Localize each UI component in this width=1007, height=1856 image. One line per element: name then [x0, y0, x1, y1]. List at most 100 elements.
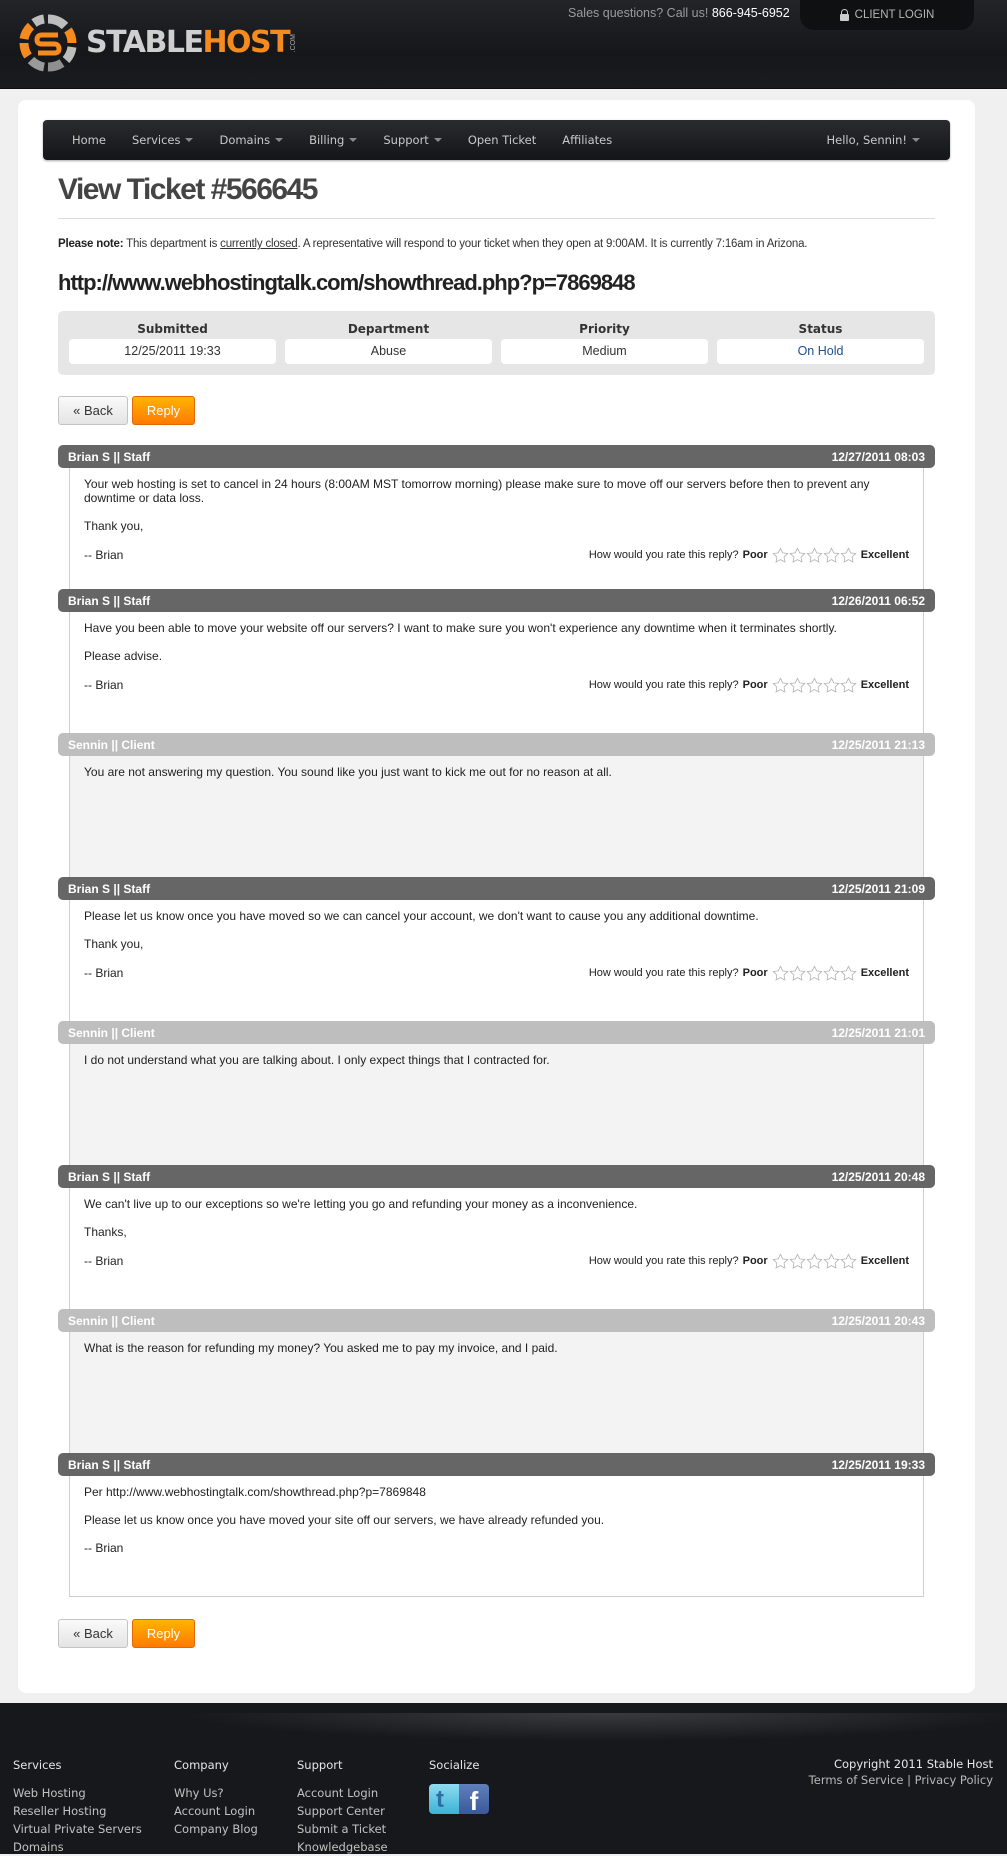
star-icon[interactable]	[772, 1253, 789, 1269]
rating-excellent-label: Excellent	[860, 679, 909, 691]
footer-heading: Support	[297, 1758, 343, 1772]
message-body: Please let us know once you have moved s…	[69, 900, 924, 1021]
footer-link-submit-ticket[interactable]: Submit a Ticket	[297, 1820, 388, 1838]
nav-label: Domains	[219, 133, 271, 147]
message-header: Sennin || Client 12/25/2011 21:13	[58, 733, 935, 756]
star-icon[interactable]	[840, 677, 857, 693]
nav-billing[interactable]: Billing	[296, 120, 370, 160]
chevron-down-icon	[185, 138, 194, 142]
client-login-button[interactable]: CLIENT LOGIN	[800, 0, 974, 30]
footer-link-company-blog[interactable]: Company Blog	[174, 1820, 258, 1838]
reply-button[interactable]: Reply	[132, 396, 195, 425]
footer-link-domains[interactable]: Domains	[13, 1838, 142, 1856]
star-icon[interactable]	[840, 547, 857, 563]
back-button[interactable]: « Back	[58, 1619, 128, 1648]
star-icon[interactable]	[806, 547, 823, 563]
info-label: Department	[347, 322, 430, 336]
star-icon[interactable]	[789, 1253, 806, 1269]
note-text-pre: This department is	[126, 238, 218, 250]
footer-link-vps[interactable]: Virtual Private Servers	[13, 1820, 142, 1838]
nav-label: Affiliates	[562, 133, 613, 147]
message-line: Please let us know once you have moved y…	[84, 1513, 605, 1527]
reply-button[interactable]: Reply	[132, 1619, 195, 1648]
footer-link-account-login[interactable]: Account Login	[297, 1784, 388, 1802]
chevron-down-icon	[912, 138, 920, 142]
star-icon[interactable]	[823, 677, 840, 693]
message-staff: Brian S || Staff 12/27/2011 08:03 Your web…	[58, 445, 935, 589]
info-label: Submitted	[137, 322, 208, 336]
footer-glow	[0, 1713, 1007, 1753]
facebook-icon[interactable]: f	[459, 1784, 489, 1816]
star-icon[interactable]	[823, 547, 840, 563]
star-icon[interactable]	[806, 965, 823, 981]
message-header: Sennin || Client 12/25/2011 21:01	[58, 1021, 935, 1044]
star-icon[interactable]	[772, 965, 789, 981]
star-icon[interactable]	[806, 1253, 823, 1269]
privacy-link[interactable]: Privacy Policy	[915, 1773, 993, 1787]
rating-question: How would you rate this reply?	[588, 549, 739, 561]
main-nav: Home Services Domains Billing Support Op…	[43, 120, 950, 160]
nav-open-ticket[interactable]: Open Ticket	[455, 120, 549, 160]
nav-label: Home	[72, 133, 106, 147]
footer-link-knowledgebase[interactable]: Knowledgebase	[297, 1838, 388, 1856]
nav-services[interactable]: Services	[119, 120, 207, 160]
star-icon[interactable]	[789, 677, 806, 693]
user-menu[interactable]: Hello, Sennin!	[813, 120, 950, 160]
star-icon[interactable]	[772, 547, 789, 563]
nav-support[interactable]: Support	[370, 120, 454, 160]
star-icon[interactable]	[789, 547, 806, 563]
message-line: I do not understand what you are talking…	[84, 1053, 550, 1067]
site-logo[interactable]: STABLEHOST .COM	[18, 13, 297, 73]
rating-poor-label: Poor	[742, 549, 768, 561]
reply-rating: How would you rate this reply? Poor Excell…	[589, 965, 909, 981]
footer-link-web-hosting[interactable]: Web Hosting	[13, 1784, 142, 1802]
message-author: Sennin || Client	[68, 1313, 155, 1328]
message-footer: -- Brian How would you rate this reply? Po…	[84, 965, 909, 981]
footer-link-support-center[interactable]: Support Center	[297, 1802, 388, 1820]
star-icon[interactable]	[806, 677, 823, 693]
info-value: Abuse	[285, 339, 492, 364]
rating-question: How would you rate this reply?	[588, 967, 739, 979]
footer-link-account-login[interactable]: Account Login	[174, 1802, 258, 1820]
nav-affiliates[interactable]: Affiliates	[549, 120, 625, 160]
info-value: Medium	[501, 339, 708, 364]
brand-tld: .COM	[290, 33, 298, 53]
message-date: 12/25/2011 21:13	[831, 737, 925, 752]
message-body: Per http://www.webhostingtalk.com/showth…	[69, 1476, 924, 1597]
page-title: View Ticket #566645	[58, 173, 318, 206]
star-icon[interactable]	[823, 1253, 840, 1269]
terms-link[interactable]: Terms of Service	[809, 1773, 904, 1787]
back-button[interactable]: « Back	[58, 396, 128, 425]
footer-col-services: Services Web Hosting Reseller Hosting Vi…	[13, 1758, 142, 1856]
rating-stars	[772, 547, 857, 563]
message-line: Please advise.	[84, 649, 163, 663]
nav-domains[interactable]: Domains	[206, 120, 296, 160]
star-icon[interactable]	[840, 1253, 857, 1269]
star-icon[interactable]	[840, 965, 857, 981]
rating-poor-label: Poor	[742, 679, 768, 691]
copyright-text: Copyright 2011 Stable Host	[833, 1757, 993, 1771]
nav-home[interactable]: Home	[43, 120, 119, 160]
rating-question: How would you rate this reply?	[588, 679, 739, 691]
star-icon[interactable]	[823, 965, 840, 981]
message-header: Sennin || Client 12/25/2011 20:43	[58, 1309, 935, 1332]
message-line: Per http://www.webhostingtalk.com/showth…	[84, 1485, 426, 1499]
footer-link-reseller-hosting[interactable]: Reseller Hosting	[13, 1802, 142, 1820]
message-signature: -- Brian	[84, 966, 124, 980]
reply-rating: How would you rate this reply? Poor Excell…	[589, 1253, 909, 1269]
currently-closed-link[interactable]: currently closed	[220, 238, 298, 250]
client-login-label: CLIENT LOGIN	[854, 9, 935, 21]
message-date: 12/25/2011 20:43	[831, 1313, 925, 1328]
nav-label: Billing	[309, 133, 345, 147]
star-icon[interactable]	[772, 677, 789, 693]
message-author: Brian S || Staff	[68, 1169, 151, 1184]
brand-stable: STABLE	[86, 25, 204, 60]
message-date: 12/27/2011 08:03	[831, 449, 925, 464]
star-icon[interactable]	[789, 965, 806, 981]
footer-col-support: Support Account Login Support Center Sub…	[297, 1758, 388, 1856]
brand-name: STABLEHOST	[86, 25, 291, 60]
message-header: Brian S || Staff 12/26/2011 06:52	[58, 589, 935, 612]
footer-link-why-us[interactable]: Why Us?	[174, 1784, 258, 1802]
twitter-icon[interactable]: t	[429, 1784, 459, 1814]
nav-label: Open Ticket	[467, 133, 537, 147]
